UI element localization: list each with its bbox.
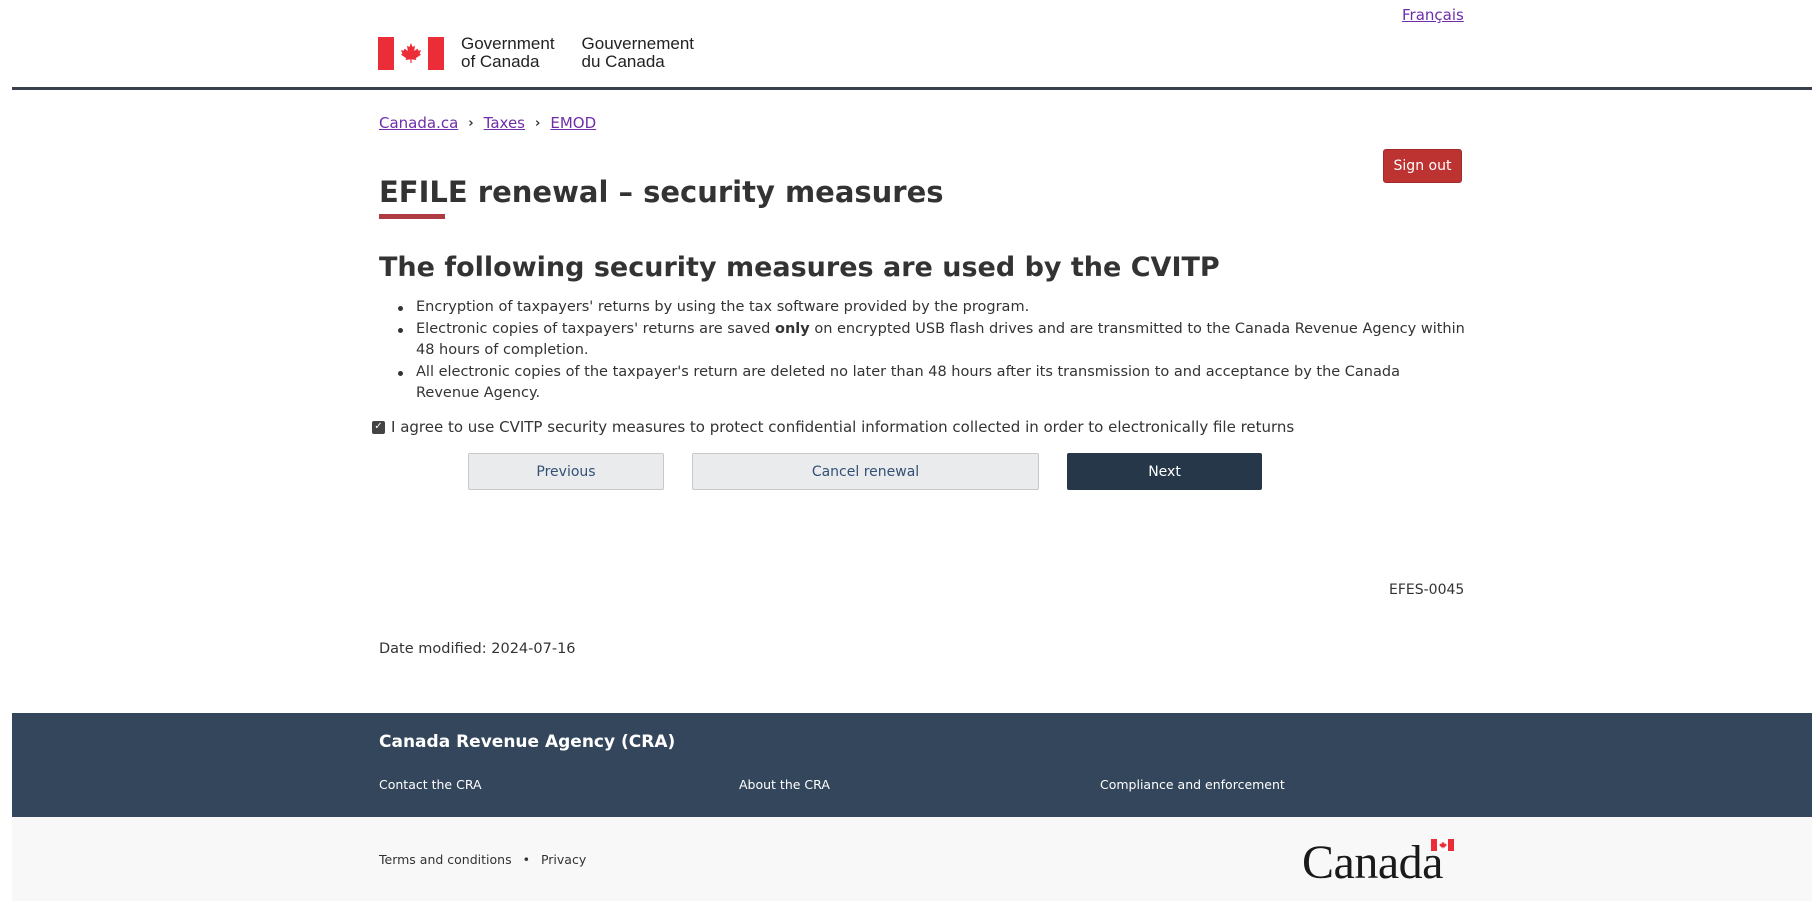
list-item: All electronic copies of the taxpayer's … (398, 362, 1466, 405)
chevron-right-icon: › (535, 115, 541, 131)
cancel-renewal-button[interactable]: Cancel renewal (692, 453, 1039, 490)
footer-main: Canada Revenue Agency (CRA) Contact the … (12, 713, 1812, 817)
signature-english: Government of Canada (461, 34, 555, 71)
agreement-row[interactable]: ✓ I agree to use CVITP security measures… (372, 418, 1294, 436)
header-divider (12, 87, 1812, 90)
footer-sub: Terms and conditions • Privacy Canada (12, 817, 1812, 901)
date-modified: Date modified: 2024-07-16 (379, 641, 576, 657)
chevron-right-icon: › (468, 115, 474, 131)
title-underline (379, 214, 445, 219)
footer-title: Canada Revenue Agency (CRA) (379, 732, 676, 752)
terms-link[interactable]: Terms and conditions (379, 852, 512, 867)
section-heading: The following security measures are used… (379, 252, 1220, 283)
government-signature[interactable]: Government of Canada Gouvernement du Can… (378, 34, 721, 72)
sign-out-button[interactable]: Sign out (1383, 149, 1462, 183)
breadcrumb: Canada.ca › Taxes › EMOD (379, 114, 596, 132)
breadcrumb-emod[interactable]: EMOD (550, 114, 596, 132)
canada-wordmark: Canada (1302, 836, 1443, 889)
wordmark-flag-icon (1431, 839, 1454, 851)
list-item: Encryption of taxpayers' returns by usin… (398, 297, 1466, 319)
breadcrumb-canada-ca[interactable]: Canada.ca (379, 114, 458, 132)
page-title: EFILE renewal – security measures (379, 175, 944, 209)
signature-french: Gouvernement du Canada (581, 34, 694, 71)
privacy-link[interactable]: Privacy (541, 852, 586, 867)
canada-flag-icon (378, 36, 444, 70)
security-measures-list: Encryption of taxpayers' returns by usin… (398, 297, 1466, 405)
language-toggle-link[interactable]: Français (1402, 6, 1464, 24)
breadcrumb-taxes[interactable]: Taxes (484, 114, 525, 132)
page-identifier: EFES-0045 (1389, 582, 1465, 598)
separator: • (522, 852, 530, 867)
agreement-checkbox[interactable]: ✓ (372, 420, 385, 434)
list-item: Electronic copies of taxpayers' returns … (398, 319, 1466, 362)
footer-link-contact[interactable]: Contact the CRA (379, 777, 482, 792)
next-button[interactable]: Next (1067, 453, 1262, 490)
footer-link-about[interactable]: About the CRA (739, 777, 830, 792)
agreement-label: I agree to use CVITP security measures t… (391, 418, 1295, 436)
previous-button[interactable]: Previous (468, 453, 664, 490)
footer-link-compliance[interactable]: Compliance and enforcement (1100, 777, 1285, 792)
checkmark-icon: ✓ (374, 421, 383, 432)
